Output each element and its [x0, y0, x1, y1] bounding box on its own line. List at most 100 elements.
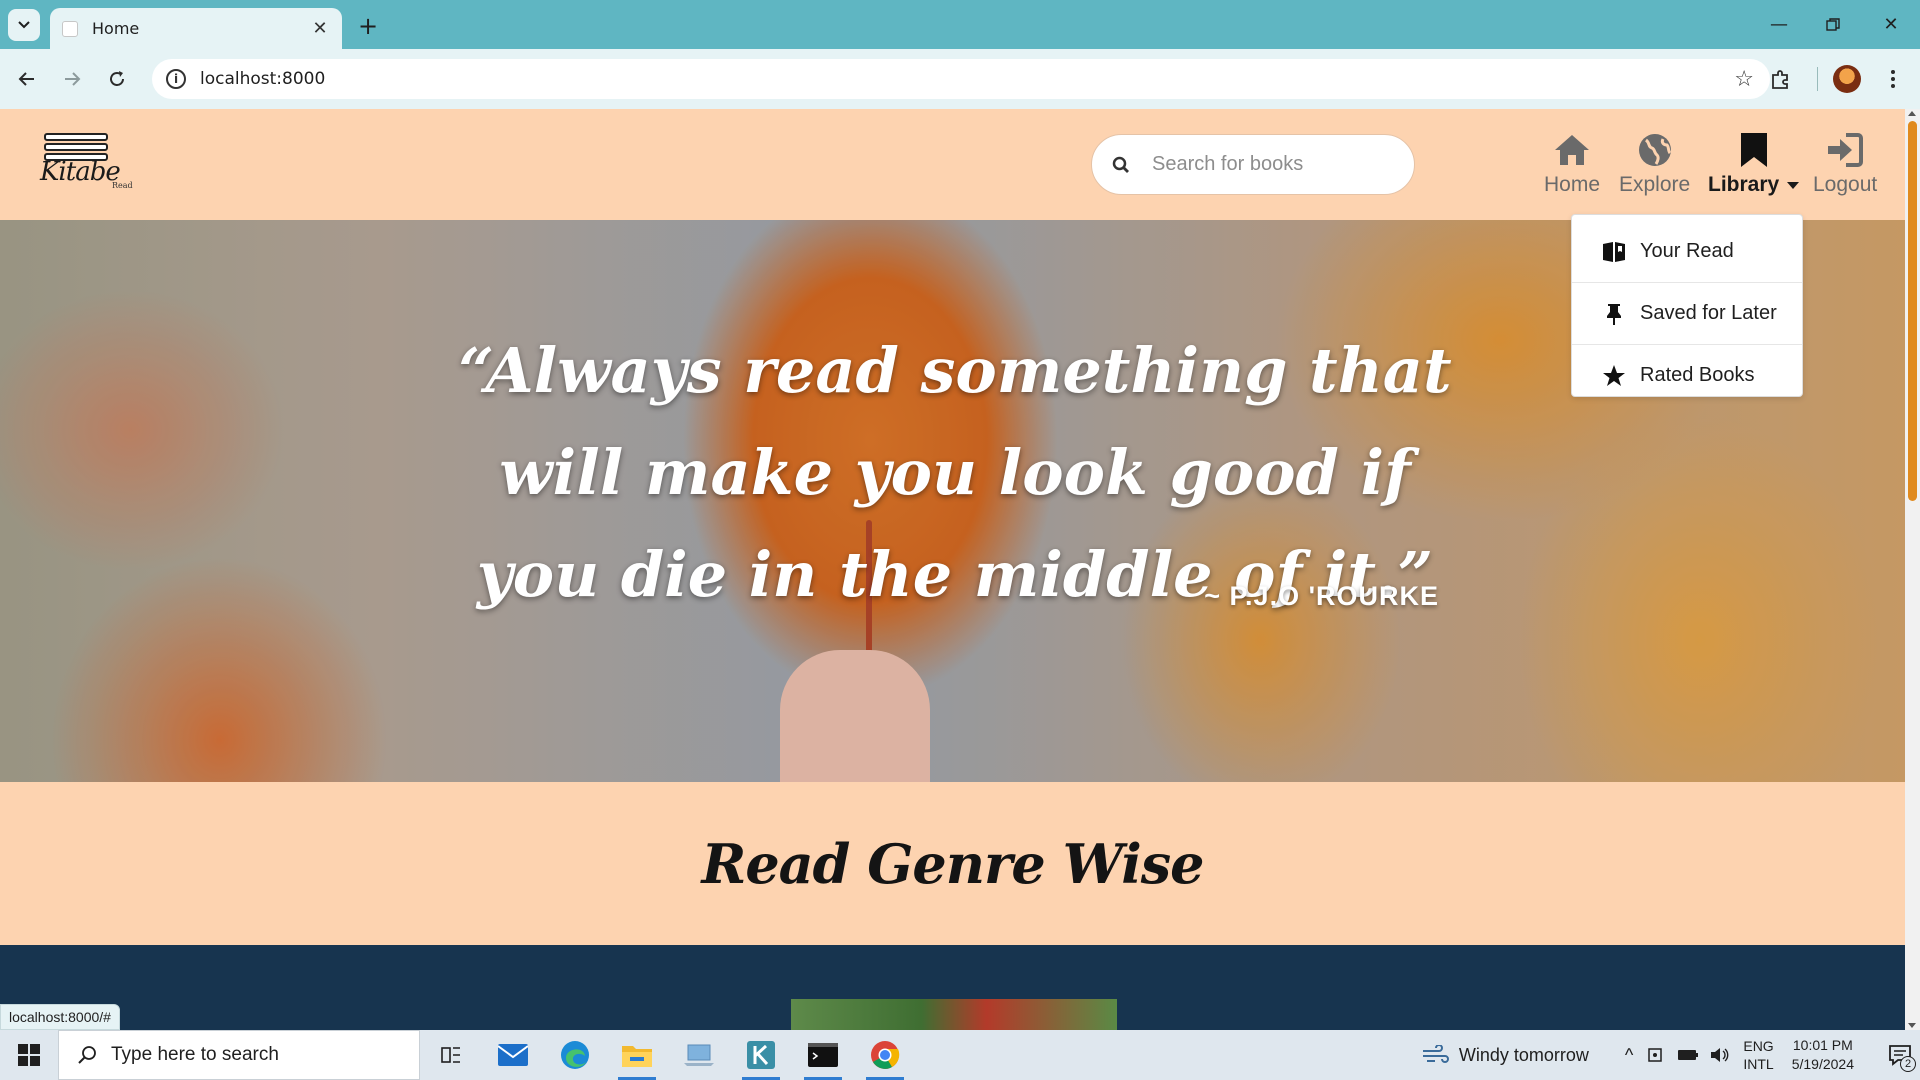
windows-taskbar: Type here to search Windy tomorrow ^ ENG… — [0, 1030, 1920, 1080]
weather-widget[interactable]: Windy tomorrow — [1421, 1045, 1589, 1066]
input-language-indicator[interactable]: ENG INTL — [1743, 1037, 1773, 1073]
thumbtack-icon — [1607, 303, 1621, 325]
battery-icon[interactable] — [1677, 1048, 1699, 1062]
book-search-bar[interactable] — [1091, 134, 1415, 195]
back-button[interactable] — [10, 62, 44, 96]
browser-tab-strip: Home ✕ + — ✕ — [0, 0, 1920, 49]
taskbar-mail[interactable] — [482, 1030, 544, 1080]
taskbar-terminal[interactable] — [792, 1030, 854, 1080]
page-viewport: Kitabe Read Home Explore Library Logout … — [0, 109, 1905, 1030]
avatar — [1833, 65, 1861, 93]
chrome-icon — [871, 1041, 900, 1069]
bookmark-icon — [1740, 133, 1767, 167]
nav-home[interactable]: Home — [1544, 131, 1600, 197]
clock-time: 10:01 PM — [1792, 1037, 1853, 1053]
forward-button[interactable] — [55, 62, 89, 96]
terminal-icon — [808, 1043, 838, 1067]
logo-text: Kitabe — [40, 157, 121, 187]
start-button[interactable] — [0, 1030, 58, 1080]
bookmark-star-icon[interactable]: ☆ — [1734, 67, 1754, 92]
sign-in-icon — [1828, 133, 1864, 167]
genre-section: Read Genre Wise — [0, 782, 1905, 945]
arrow-right-icon — [65, 72, 81, 86]
nav-explore[interactable]: Explore — [1619, 131, 1690, 197]
nav-library[interactable]: Library — [1708, 131, 1800, 197]
link-status-bubble: localhost:8000/# — [0, 1004, 120, 1030]
new-tab-button[interactable]: + — [352, 10, 384, 42]
site-logo[interactable]: Kitabe Read — [40, 131, 140, 197]
chevron-down-icon — [18, 21, 30, 29]
profile-button[interactable] — [1830, 62, 1864, 96]
clock-date: 5/19/2024 — [1791, 1056, 1854, 1072]
nav-home-label: Home — [1544, 173, 1601, 196]
taskbar-search-box[interactable]: Type here to search — [58, 1030, 420, 1080]
nav-logout-label: Logout — [1813, 173, 1878, 196]
close-window-button[interactable]: ✕ — [1864, 0, 1918, 49]
menu-item-saved-label: Saved for Later — [1640, 302, 1777, 324]
mail-icon — [498, 1044, 528, 1066]
browser-menu-button[interactable] — [1876, 62, 1910, 96]
browser-tab-home[interactable]: Home ✕ — [50, 8, 342, 49]
system-tray: Windy tomorrow ^ ENG INTL 10:01 PM 5/19/… — [1421, 1030, 1920, 1080]
book-open-icon — [1603, 241, 1625, 262]
nav-logout[interactable]: Logout — [1813, 131, 1877, 197]
logo-subtext: Read — [112, 181, 133, 190]
hero-quote-author: ~ P.J.O 'ROURKE — [1204, 581, 1439, 611]
nav-explore-label: Explore — [1619, 173, 1691, 196]
search-icon — [1112, 156, 1129, 173]
menu-item-your-read[interactable]: Your Read — [1572, 221, 1802, 282]
genre-section-title: Read Genre Wise — [701, 831, 1204, 896]
restore-icon — [1826, 17, 1840, 31]
site-info-icon[interactable]: i — [166, 69, 186, 89]
scroll-up-arrow-icon[interactable] — [1908, 111, 1916, 116]
notification-center-button[interactable]: 2 — [1880, 1030, 1920, 1080]
extensions-button[interactable] — [1764, 62, 1798, 96]
star-icon — [1603, 364, 1625, 386]
volume-icon[interactable] — [1709, 1046, 1729, 1064]
scroll-down-arrow-icon[interactable] — [1908, 1023, 1916, 1028]
tab-search-button[interactable] — [8, 9, 40, 41]
genre-card-image[interactable] — [791, 999, 1117, 1030]
genre-cards-section — [0, 945, 1905, 1030]
task-view-icon — [441, 1047, 460, 1063]
home-icon — [1555, 135, 1590, 165]
meet-now-icon[interactable] — [1647, 1046, 1665, 1064]
book-search-input[interactable] — [1152, 153, 1382, 176]
address-bar[interactable]: i localhost:8000 ☆ — [152, 59, 1770, 99]
task-view-button[interactable] — [420, 1030, 482, 1080]
taskbar-clock[interactable]: 10:01 PM 5/19/2024 — [1792, 1036, 1854, 1074]
taskbar-kitabe-app[interactable] — [730, 1030, 792, 1080]
windows-logo-icon — [18, 1044, 40, 1066]
taskbar-edge[interactable] — [544, 1030, 606, 1080]
taskbar-file-explorer[interactable] — [606, 1030, 668, 1080]
k-app-icon — [747, 1041, 775, 1069]
browser-toolbar: i localhost:8000 ☆ — [0, 49, 1920, 109]
minimize-button[interactable]: — — [1752, 0, 1806, 49]
more-vertical-icon — [1891, 70, 1895, 88]
language-code: ENG — [1743, 1038, 1774, 1054]
taskbar-remote-desktop[interactable] — [668, 1030, 730, 1080]
laptop-icon — [684, 1044, 714, 1066]
address-url[interactable]: localhost:8000 — [200, 69, 1734, 89]
menu-item-rated-books[interactable]: Rated Books — [1572, 345, 1802, 406]
search-icon — [78, 1046, 96, 1064]
taskbar-chrome[interactable] — [854, 1030, 916, 1080]
chevron-up-icon[interactable]: ^ — [1625, 1045, 1633, 1066]
menu-item-your-read-label: Your Read — [1640, 240, 1734, 262]
arrow-left-icon — [18, 72, 34, 86]
wind-icon — [1422, 1045, 1449, 1063]
page-scrollbar[interactable] — [1905, 109, 1920, 1030]
menu-item-rated-label: Rated Books — [1640, 364, 1755, 386]
notification-count-badge: 2 — [1900, 1056, 1916, 1072]
scrollbar-thumb[interactable] — [1908, 121, 1917, 501]
tab-title: Home — [92, 19, 140, 38]
reload-button[interactable] — [100, 62, 134, 96]
taskbar-search-placeholder: Type here to search — [111, 1044, 279, 1065]
menu-item-saved-for-later[interactable]: Saved for Later — [1572, 283, 1802, 344]
tab-close-icon[interactable]: ✕ — [310, 18, 330, 39]
tab-favicon-icon — [62, 20, 78, 37]
weather-text: Windy tomorrow — [1458, 1044, 1589, 1065]
restore-button[interactable] — [1806, 0, 1860, 49]
globe-icon — [1638, 134, 1671, 166]
library-dropdown-menu: Your Read Saved for Later Rated Books — [1571, 214, 1803, 397]
